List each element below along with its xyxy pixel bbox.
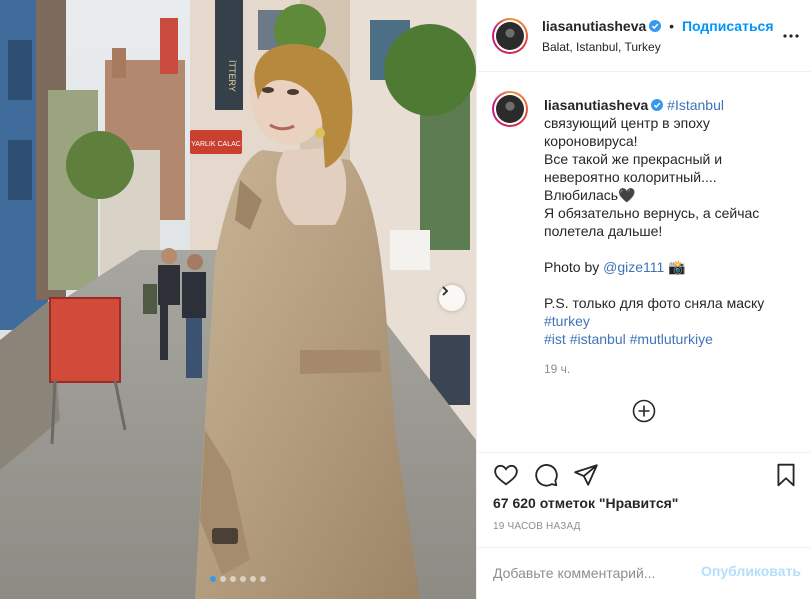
more-options-icon (783, 34, 799, 38)
photo-credit-prefix: Photo by (544, 259, 604, 275)
chevron-right-icon (442, 286, 449, 296)
street-sign-text: YARLIK CALAC (191, 141, 241, 148)
load-more-comments-button[interactable] (632, 399, 656, 423)
follow-button[interactable]: Подписаться (682, 18, 774, 34)
likes-count[interactable]: 67 620 отметок "Нравится" (493, 495, 678, 511)
post-photo[interactable]: YARLIK CALAC İTTERY (0, 0, 476, 599)
carousel-dot-5 (250, 576, 256, 582)
hashtag-link[interactable]: #ist (544, 331, 566, 347)
caption-line: связующий центр в эпоху (544, 115, 710, 131)
photographer-mention-link[interactable]: @gize111 (603, 259, 664, 275)
caption-line: P.S. только для фото сняла маску (544, 295, 765, 311)
share-button[interactable] (573, 462, 599, 488)
caption-text: liasanutiasheva #Istanbul связующий цент… (544, 96, 794, 348)
like-button[interactable] (493, 462, 519, 488)
caption-line: полетела дальше! (544, 223, 663, 239)
load-more-comments-icon (632, 399, 656, 423)
caption-line: невероятно колоритный.... (544, 169, 717, 185)
comment-form: Опубликовать (477, 547, 811, 599)
carousel-indicator (0, 576, 476, 582)
street-scene-image: YARLIK CALAC İTTERY (0, 0, 476, 599)
location-link[interactable]: Balat, Istanbul, Turkey (542, 40, 661, 54)
post-side-panel: liasanutiasheva • Подписаться Balat, Ist… (476, 0, 811, 599)
heart-icon (494, 464, 518, 486)
caption-line: короновируса! (544, 133, 638, 149)
caption-time: 19 ч. (544, 362, 571, 376)
caption-line: Все такой же прекрасный и (544, 151, 723, 167)
username-link[interactable]: liasanutiasheva (542, 18, 646, 34)
caption-line: Я обязательно вернусь, а сейчас (544, 205, 760, 221)
next-photo-button[interactable] (439, 285, 465, 311)
banner-text: İTTERY (227, 60, 237, 92)
header-user-line: liasanutiasheva • Подписаться (542, 18, 774, 34)
avatar-image (496, 95, 524, 123)
post-timestamp[interactable]: 19 ЧАСОВ НАЗАД (493, 521, 581, 532)
caption-area: liasanutiasheva #Istanbul связующий цент… (477, 72, 811, 452)
post-header: liasanutiasheva • Подписаться Balat, Ist… (477, 0, 811, 72)
caption-avatar[interactable] (492, 91, 528, 127)
carousel-dot-3 (230, 576, 236, 582)
publish-comment-button[interactable]: Опубликовать (701, 563, 801, 579)
hashtag-link[interactable]: #mutluturkiye (630, 331, 713, 347)
post-actions: 67 620 отметок "Нравится" 19 ЧАСОВ НАЗАД (477, 452, 811, 547)
avatar[interactable] (492, 18, 528, 54)
carousel-dot-6 (260, 576, 266, 582)
photo-credit-suffix: 📸 (664, 259, 686, 275)
save-button[interactable] (773, 462, 799, 488)
carousel-dot-1 (210, 576, 216, 582)
hashtag-link[interactable]: #istanbul (570, 331, 626, 347)
comment-icon (535, 464, 558, 487)
header-separator: • (669, 18, 675, 34)
hashtag-link[interactable]: #Istanbul (667, 97, 724, 113)
caption-username-link[interactable]: liasanutiasheva (544, 97, 648, 113)
hashtag-link[interactable]: #turkey (544, 313, 590, 329)
verified-badge-icon (651, 99, 664, 111)
carousel-dot-4 (240, 576, 246, 582)
more-options-button[interactable] (779, 24, 803, 48)
carousel-dot-2 (220, 576, 226, 582)
comment-input[interactable] (493, 563, 693, 583)
comment-button[interactable] (533, 462, 559, 488)
avatar-image (496, 22, 524, 50)
caption-line: Влюбилась🖤 (544, 187, 636, 203)
verified-badge-icon (649, 20, 662, 32)
share-icon (574, 464, 598, 486)
bookmark-icon (777, 463, 795, 487)
